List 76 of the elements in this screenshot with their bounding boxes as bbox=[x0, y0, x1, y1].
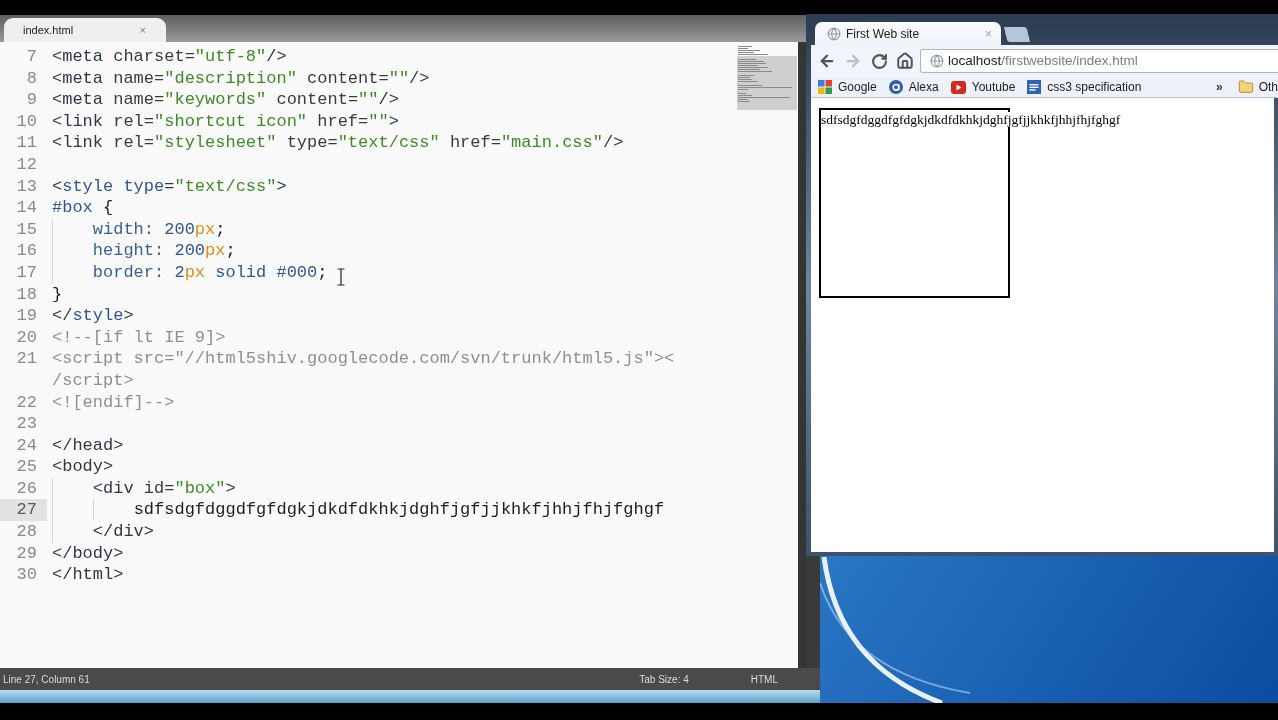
code-line: #box { bbox=[52, 197, 114, 219]
bookmarks-overflow-button[interactable]: » bbox=[1215, 78, 1223, 96]
line-number: 29 bbox=[15, 542, 38, 565]
line-number: 26 bbox=[15, 477, 38, 500]
line-number: 17 bbox=[15, 261, 38, 284]
code-line: } bbox=[52, 283, 63, 306]
reload-icon bbox=[870, 52, 888, 70]
text-cursor-icon bbox=[337, 268, 345, 286]
code-line: <![endif]--> bbox=[52, 391, 175, 414]
line-number: 12 bbox=[15, 153, 38, 176]
line-number: 10 bbox=[15, 110, 38, 133]
code-line: sdfsdgfdggdfgfdgkjdkdfdkhkjdghfjgfjjkhkfjhhjfhjfghgf bbox=[133, 499, 665, 522]
globe-icon bbox=[930, 54, 944, 68]
close-button[interactable]: × bbox=[139, 24, 146, 36]
code-line: height: 200px; bbox=[92, 240, 236, 262]
globe-icon bbox=[827, 26, 841, 41]
tab-size[interactable]: Tab Size: 4 bbox=[639, 671, 689, 687]
line-number: 24 bbox=[15, 434, 38, 457]
bookmark-button[interactable]: Alexa bbox=[888, 78, 939, 96]
line-number: 19 bbox=[15, 305, 38, 327]
line-number: 15 bbox=[15, 218, 38, 241]
cursor-position: Line 27, Column 61 bbox=[3, 672, 90, 687]
minimap-drawing[interactable] bbox=[737, 44, 797, 110]
tab-title: First Web site bbox=[846, 25, 920, 43]
address-bar[interactable]: localhost/firstwebsite/index.html bbox=[920, 49, 1278, 73]
code-line: /script> bbox=[52, 369, 134, 392]
code-line: </div> bbox=[92, 521, 155, 543]
tile-icon bbox=[1027, 80, 1042, 94]
file-tab[interactable]: index.html × bbox=[4, 18, 166, 42]
code-line: <div id="box"> bbox=[92, 477, 236, 500]
line-number: 30 bbox=[15, 564, 38, 586]
code-line: border: 2px solid #000; bbox=[92, 261, 328, 284]
box-text: sdfsdgfdggdfgfdgkjdkdfdkhkjdghfjgfjjkhkfjhhjfhjfghgf bbox=[821, 112, 1121, 127]
code-line: <meta charset="utf-8"/> bbox=[52, 46, 287, 68]
line-number: 14 bbox=[15, 197, 38, 219]
syntax-mode[interactable]: HTML bbox=[750, 671, 778, 687]
line-number: 23 bbox=[15, 413, 38, 435]
code-line: <script src="//html5shiv.googlecode.com/svn/trunk/html5.js">< bbox=[52, 348, 675, 370]
bookmark-button[interactable]: css3 specification bbox=[1027, 78, 1142, 96]
code-line: <style type="text/css"> bbox=[52, 175, 287, 198]
line-number: 7 bbox=[25, 46, 38, 68]
browser-tab[interactable]: First Web site × bbox=[815, 22, 1001, 45]
code-line: <body> bbox=[52, 456, 114, 478]
code-line: </style> bbox=[52, 305, 134, 327]
home-icon bbox=[896, 52, 914, 70]
squares-icon bbox=[818, 80, 832, 94]
line-number: 25 bbox=[15, 456, 38, 478]
code-line: </html> bbox=[52, 564, 124, 586]
play-icon bbox=[950, 80, 966, 94]
code-line: <meta name="keywords" content=""/> bbox=[52, 89, 399, 111]
code-line: </body> bbox=[52, 542, 124, 565]
code-line: <!--[if lt IE 9]> bbox=[52, 326, 226, 349]
line-number: 8 bbox=[25, 67, 38, 90]
ring-icon bbox=[888, 80, 903, 94]
code-line: width: 200px; bbox=[92, 218, 226, 241]
line-number: 22 bbox=[15, 391, 38, 414]
bookmark-button[interactable]: Youtube bbox=[950, 78, 1016, 96]
code-line: </head> bbox=[52, 434, 124, 457]
forward-arrow-icon bbox=[844, 52, 862, 70]
code-line: <link rel="shortcut icon" href=""> bbox=[52, 110, 399, 133]
line-number: 16 bbox=[15, 240, 38, 262]
line-number: 21 bbox=[15, 348, 38, 370]
scrollbar-track[interactable] bbox=[798, 42, 806, 668]
folder-icon bbox=[1237, 79, 1254, 95]
line-number: 28 bbox=[15, 521, 38, 543]
line-number: 9 bbox=[25, 89, 38, 111]
code-line: <meta name="description" content=""/> bbox=[52, 67, 430, 90]
line-number: 27 bbox=[0, 499, 47, 522]
line-number: 18 bbox=[15, 283, 38, 306]
line-number: 13 bbox=[15, 175, 38, 198]
bookmark-button[interactable]: Google bbox=[818, 78, 877, 96]
line-number: 20 bbox=[15, 326, 38, 349]
new-tab-button[interactable] bbox=[1004, 27, 1030, 42]
code-line: <link rel="stylesheet" type="text/css" href="main.css"/> bbox=[52, 132, 624, 154]
line-number: 11 bbox=[15, 132, 38, 154]
other-bookmarks-button[interactable]: Oth bbox=[1234, 78, 1278, 96]
